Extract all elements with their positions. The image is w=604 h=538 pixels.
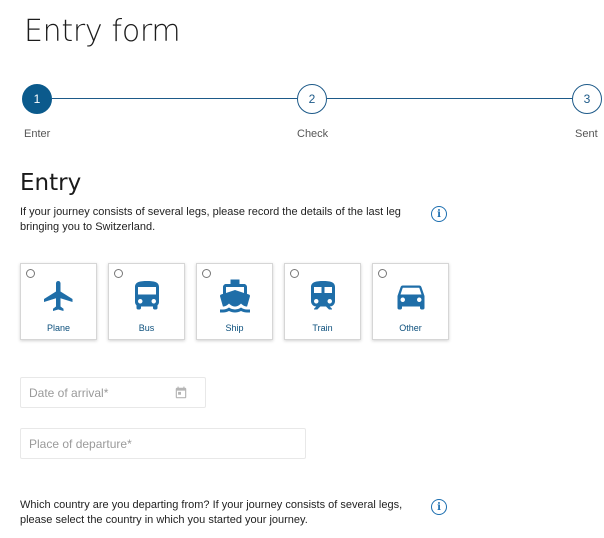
other-label: Other: [399, 323, 422, 333]
step-1-number: 1: [33, 92, 41, 106]
place-of-departure-input[interactable]: [20, 428, 306, 459]
car-icon: [397, 285, 424, 310]
step-3-label: Sent: [575, 128, 598, 140]
section-title: Entry: [20, 170, 82, 196]
step-connector-1: [52, 98, 297, 99]
plane-icon: [43, 281, 72, 311]
bus-icon: [134, 281, 159, 310]
bus-radio[interactable]: [114, 269, 123, 278]
step-2-label: Check: [297, 128, 329, 140]
step-2-indicator: 2: [297, 84, 327, 114]
step-3-number: 3: [583, 92, 591, 106]
bus-label: Bus: [138, 323, 155, 333]
step-3-indicator: 3: [572, 84, 602, 114]
transport-option-train[interactable]: Train: [284, 263, 361, 340]
step-connector-2: [327, 98, 572, 99]
step-2-number: 2: [308, 92, 316, 106]
step-1-label: Enter: [24, 128, 51, 140]
page-title: Entry form: [24, 14, 181, 49]
calendar-icon[interactable]: [174, 386, 188, 400]
train-label: Train: [312, 323, 333, 333]
transport-option-plane[interactable]: Plane: [20, 263, 97, 340]
ship-icon: [219, 279, 250, 313]
transport-option-bus[interactable]: Bus: [108, 263, 185, 340]
info-icon[interactable]: i: [431, 206, 447, 222]
journey-help-text: If your journey consists of several legs…: [20, 206, 401, 233]
transport-option-ship[interactable]: Ship: [196, 263, 273, 340]
train-icon: [310, 281, 335, 310]
transport-option-other[interactable]: Other: [372, 263, 449, 340]
ship-radio[interactable]: [202, 269, 211, 278]
plane-label: Plane: [46, 323, 71, 333]
other-radio[interactable]: [378, 269, 387, 278]
ship-label: Ship: [225, 323, 244, 333]
train-radio[interactable]: [290, 269, 299, 278]
country-help-text: Which country are you departing from? If…: [20, 499, 403, 526]
step-1-indicator: 1: [22, 84, 52, 114]
info-icon-country[interactable]: i: [431, 499, 447, 515]
plane-radio[interactable]: [26, 269, 35, 278]
